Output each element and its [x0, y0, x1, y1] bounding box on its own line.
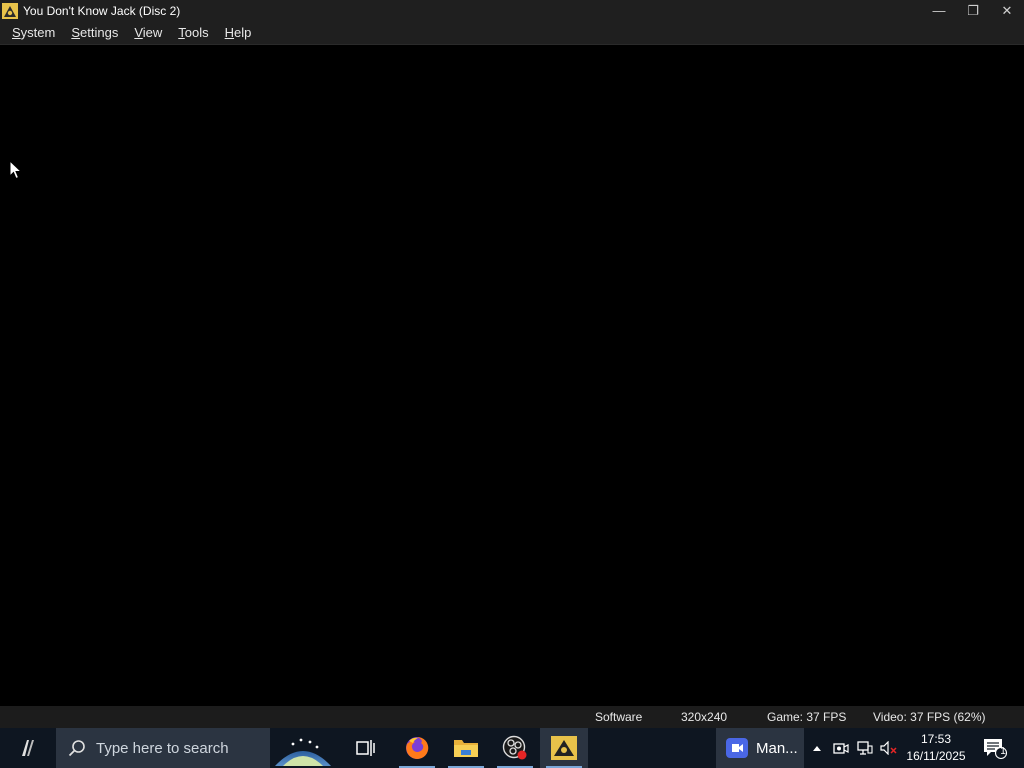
folder-icon: [454, 740, 478, 757]
menu-tools-label: ools: [184, 24, 209, 40]
taskbar-meeting-app[interactable]: Man...: [716, 728, 804, 768]
menu-view-accel: V: [134, 24, 143, 40]
chevron-up-icon: [813, 746, 821, 751]
camera-icon: [833, 743, 849, 754]
menu-system-label: ystem: [20, 24, 56, 40]
menu-tools[interactable]: Tools: [170, 21, 216, 45]
duckstation-window: You Don't Know Jack (Disc 2) — ❐ ✕ Syste…: [0, 0, 1024, 768]
close-button[interactable]: ✕: [990, 0, 1024, 21]
taskbar-obs[interactable]: [491, 728, 539, 768]
taskbar-file-explorer[interactable]: [442, 728, 490, 768]
menu-bar: System Settings View Tools Help: [0, 21, 1024, 45]
menu-system[interactable]: System: [4, 21, 63, 45]
clock-date: 16/11/2025: [906, 749, 966, 763]
taskbar: Type here to search Man... 17:53 16/11/2…: [0, 728, 1024, 768]
menu-help[interactable]: Help: [217, 21, 260, 45]
close-icon: ✕: [1001, 2, 1013, 18]
duckstation-icon: [551, 736, 577, 760]
menu-view-label: iew: [142, 24, 163, 40]
task-view-button[interactable]: [342, 728, 390, 768]
taskbar-duckstation[interactable]: [540, 728, 588, 768]
menu-settings-label: ettings: [80, 24, 119, 40]
title-bar[interactable]: You Don't Know Jack (Disc 2) — ❐ ✕: [0, 0, 1024, 21]
menu-settings-accel: S: [71, 24, 81, 40]
clock-time: 17:53: [920, 732, 952, 746]
network-icon: [857, 741, 873, 755]
meeting-app-label: Man...: [756, 739, 798, 757]
resolution-status: 320x240: [681, 710, 728, 724]
game-display[interactable]: [0, 45, 1024, 706]
widgets-icon: [275, 738, 331, 766]
menu-help-accel: H: [224, 24, 235, 40]
taskbar-clock[interactable]: 17:53 16/11/2025: [904, 731, 968, 765]
menu-help-label: elp: [234, 24, 252, 40]
search-placeholder: Type here to search: [96, 739, 229, 757]
window-title: You Don't Know Jack (Disc 2): [23, 3, 181, 18]
video-meeting-icon: [726, 738, 748, 758]
search-icon: [68, 740, 85, 757]
video-fps-status: Video: 37 FPS (62%): [873, 710, 986, 724]
minimize-icon: —: [932, 3, 946, 18]
show-hidden-icons-button[interactable]: [808, 728, 826, 768]
tray-network[interactable]: [854, 728, 876, 768]
mouse-cursor-icon: [9, 159, 23, 185]
status-bar: Software 320x240 Game: 37 FPS Video: 37 …: [0, 706, 1024, 728]
widgets-button[interactable]: [272, 728, 334, 768]
minimize-button[interactable]: —: [922, 0, 956, 21]
restore-icon: ❐: [967, 2, 979, 18]
firefox-icon: [406, 736, 429, 759]
start-button[interactable]: [0, 728, 56, 768]
game-fps-status: Game: 37 FPS: [767, 710, 847, 724]
tray-meet-now[interactable]: [830, 728, 852, 768]
renderer-status: Software: [595, 710, 643, 724]
maximize-button[interactable]: ❐: [956, 0, 990, 21]
app-icon: [2, 2, 18, 19]
taskbar-firefox[interactable]: [393, 728, 441, 768]
notification-count: 1: [1000, 746, 1006, 757]
taskbar-search-box[interactable]: Type here to search: [56, 728, 270, 768]
speaker-muted-icon: [880, 741, 897, 755]
menu-settings[interactable]: Settings: [63, 21, 126, 45]
task-view-icon: [356, 740, 375, 756]
menu-system-accel: S: [12, 24, 21, 40]
menu-view[interactable]: View: [126, 21, 170, 45]
start-icon: [22, 740, 34, 756]
obs-record-icon: [502, 735, 527, 760]
action-center-button[interactable]: 1: [980, 728, 1010, 768]
tray-volume[interactable]: [878, 728, 900, 768]
